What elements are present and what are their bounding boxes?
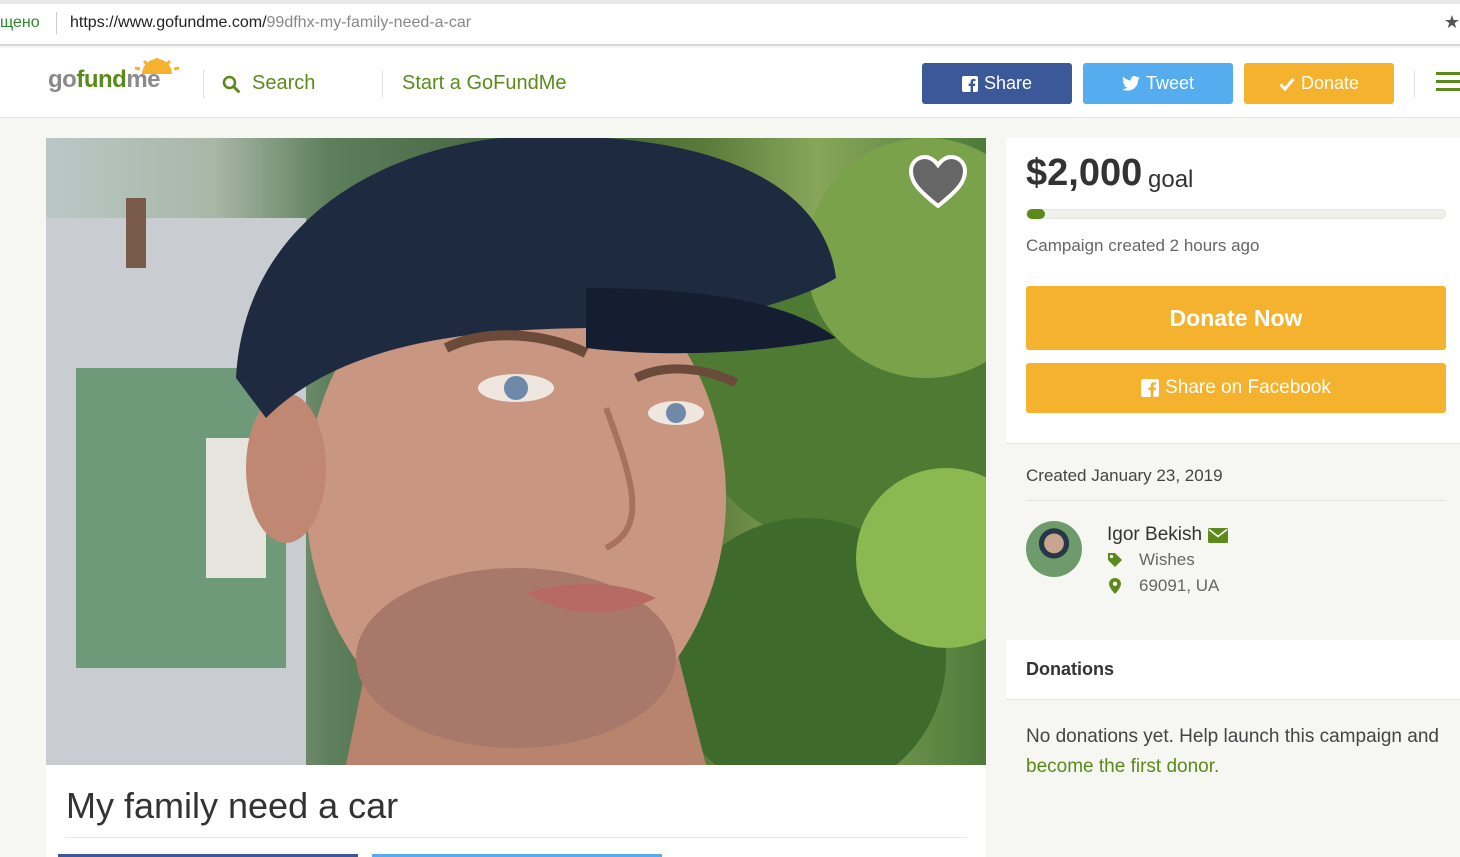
menu-icon[interactable] <box>1436 72 1460 92</box>
start-gofundme-link[interactable]: Start a GoFundMe <box>402 72 567 95</box>
tweet-label: Tweet <box>1145 73 1195 93</box>
twitter-icon <box>1121 76 1140 91</box>
donations-heading: Donations <box>1026 659 1114 679</box>
search-link[interactable]: Search <box>222 72 315 95</box>
organizer-name[interactable]: Igor Bekish <box>1107 524 1229 546</box>
header-divider <box>382 70 383 98</box>
divider <box>1026 500 1446 501</box>
category-label[interactable]: Wishes <box>1139 550 1195 570</box>
campaign-photo <box>46 138 986 765</box>
donate-button[interactable]: Donate <box>1244 63 1394 104</box>
organizer-location: 69091, UA <box>1107 576 1219 596</box>
avatar[interactable] <box>1026 521 1082 577</box>
donate-now-button[interactable]: Donate Now <box>1026 286 1446 350</box>
checkmark-icon <box>1279 77 1295 91</box>
header-divider <box>1414 70 1415 98</box>
organizer-category: Wishes <box>1107 550 1195 570</box>
search-label: Search <box>252 72 316 94</box>
location-label: 69091, UA <box>1139 576 1220 595</box>
logo-fund: fund <box>76 66 127 93</box>
tweet-button[interactable]: Tweet <box>1083 63 1233 104</box>
campaign-title-card: My family need a car <box>46 765 986 857</box>
site-header: gofundme Search Start a GoFundMe Share T… <box>0 48 1460 118</box>
goal-amount: $2,000 <box>1026 152 1143 194</box>
progress-bar <box>1026 209 1446 219</box>
map-marker-icon <box>1109 578 1121 594</box>
donations-card: Donations <box>1006 640 1460 700</box>
browser-tab-strip <box>0 0 1460 4</box>
envelope-icon[interactable] <box>1208 527 1229 543</box>
first-donor-link[interactable]: become the first donor. <box>1026 756 1219 777</box>
sun-icon <box>134 58 180 74</box>
goal-card: $2,000 goal Campaign created 2 hours ago… <box>1006 138 1460 444</box>
logo-go: go <box>48 66 77 93</box>
url-path: 99dfhx-my-family-need-a-car <box>266 14 472 31</box>
facebook-icon <box>1141 379 1160 397</box>
created-ago: Campaign created 2 hours ago <box>1026 236 1260 255</box>
donate-label: Donate <box>1300 73 1360 93</box>
facebook-share-button[interactable]: Share <box>922 63 1072 104</box>
share-label: Share <box>983 73 1033 93</box>
campaign-title: My family need a car <box>66 785 399 826</box>
campaign-photo-illustration <box>46 138 986 765</box>
goal-label: goal <box>1148 166 1194 193</box>
created-date: Created January 23, 2019 <box>1026 466 1223 485</box>
tag-icon <box>1108 553 1122 567</box>
progress-fill <box>1027 209 1045 219</box>
no-donations-text: No donations yet. Help launch this campa… <box>1026 726 1439 747</box>
heart-icon[interactable] <box>908 154 968 210</box>
star-icon[interactable]: ★ <box>1444 12 1460 33</box>
search-icon <box>222 75 240 93</box>
organizer-name-label: Igor Bekish <box>1107 524 1203 545</box>
header-divider <box>203 70 204 98</box>
no-donations-message: No donations yet. Help launch this campa… <box>1026 722 1446 782</box>
divider <box>66 837 966 838</box>
url-host: https://www.gofundme.com/ <box>70 14 267 31</box>
browser-address-bar: щено https://www.gofundme.com/99dfhx-my-… <box>0 0 1460 46</box>
address-divider <box>56 12 57 34</box>
url-field[interactable]: https://www.gofundme.com/99dfhx-my-famil… <box>70 14 471 32</box>
share-on-facebook-button[interactable]: Share on Facebook <box>1026 363 1446 413</box>
secure-label: щено <box>0 14 40 31</box>
share-on-facebook-label: Share on Facebook <box>1165 377 1331 398</box>
facebook-icon <box>961 75 978 92</box>
